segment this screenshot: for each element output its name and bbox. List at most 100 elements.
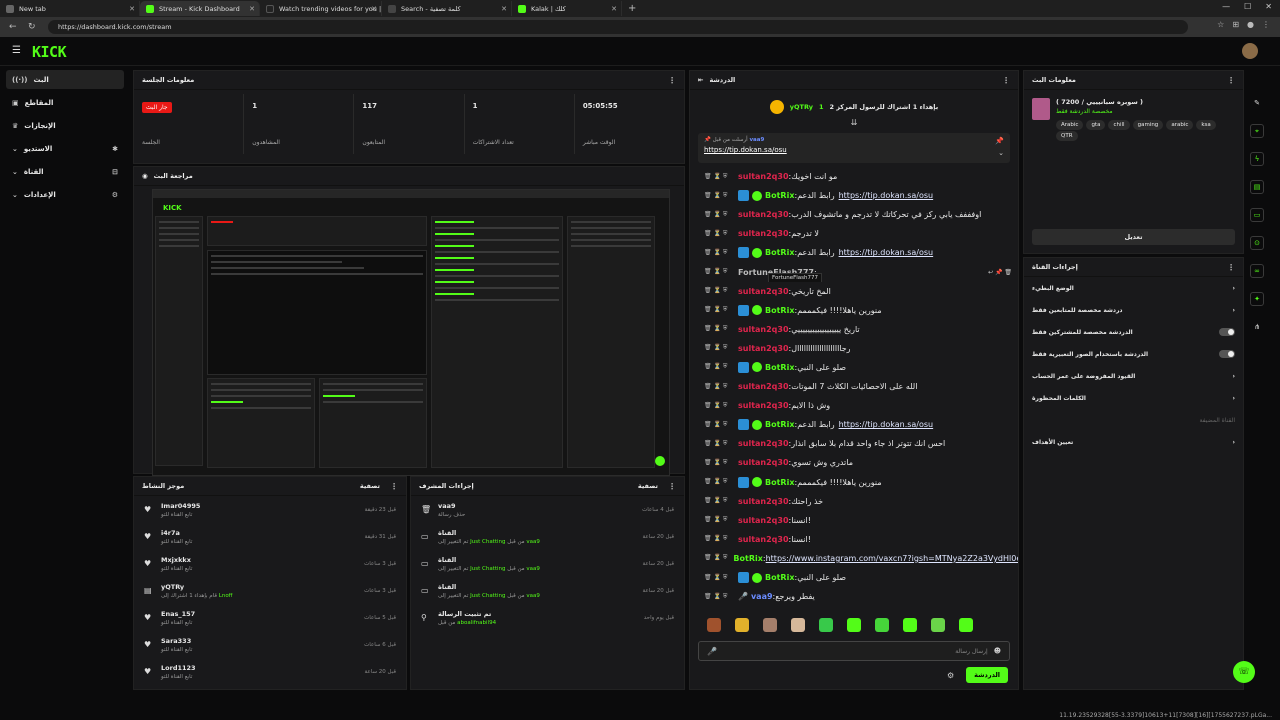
moderation-icons[interactable]: 🗑 ⏳ ⛨ [704,421,738,429]
user-avatar[interactable] [1242,43,1258,59]
unpin-icon[interactable]: 📌 [995,137,1004,145]
chat-username[interactable]: sultan2q30 [738,344,789,353]
more-options-icon[interactable]: ⋮ [668,482,676,491]
emote-icon[interactable] [763,618,777,632]
profile-icon[interactable]: ● [1247,20,1254,29]
setting-followers-only[interactable]: دردشة مخصصة للمتابعين فقط › [1024,299,1243,321]
chat-message[interactable]: 🗑 ⏳ ⛨ FortuneFlash777: FortuneFlash777 ↩ 📌… [690,262,1018,282]
tab-search[interactable]: Search - كلمة تصفية ✕ [382,1,512,16]
clipboard-icon[interactable]: ▤ [1250,180,1264,194]
sidebar-item-studio[interactable]: ⌄ الاستديو ✱ [6,139,124,158]
more-options-icon[interactable]: ⋮ [1227,76,1235,85]
chat-username[interactable]: sultan2q30 [738,497,789,506]
chat-username[interactable]: BotRix [733,554,762,563]
chat-icon[interactable]: ▭ [1250,208,1264,222]
chat-username[interactable]: sultan2q30 [738,439,789,448]
chat-message[interactable]: 🗑 ⏳ ⛨ BotRix: صلو على النبي [690,358,1018,377]
chat-username[interactable]: BotRix [765,363,794,372]
setting-slow-mode[interactable]: الوضع البطيء › [1024,277,1243,299]
moderation-icons[interactable]: 🗑 ⏳ ⛨ [704,173,738,181]
pinned-message[interactable]: 📌 أرسلت من قبل vaa9 https://tip.dokan.sa… [698,133,1010,163]
chat-username[interactable]: BotRix [765,191,794,200]
moderation-icons[interactable]: 🗑 ⏳ ⛨ [704,192,738,200]
moderation-icons[interactable]: 🗑 ⏳ ⛨ [704,363,738,371]
chat-link[interactable]: https://www.instagram.com/vaxcn7?igsh=MT… [766,554,1018,563]
chat-message[interactable]: 🗑 ⏳ ⛨ BotRix: رابط الدعم https://tip.dokan… [690,415,1018,434]
chat-message[interactable]: 🗑 ⏳ ⛨ BotRix: رابط الدعم https://tip.dokan… [690,186,1018,205]
moderation-icons[interactable]: 🗑 ⏳ ⛨ [704,306,738,314]
moderation-icons[interactable]: 🗑 ⏳ ⛨ [704,440,738,448]
lightning-icon[interactable]: ϟ [1250,152,1264,166]
chat-link[interactable]: https://tip.dokan.sa/osu [839,191,934,200]
chat-link[interactable]: https://tip.dokan.sa/osu [839,248,934,257]
minimize-icon[interactable]: — [1222,2,1230,11]
moderation-icons[interactable]: 🗑 ⏳ ⛨ [704,593,738,601]
support-chat-icon[interactable]: ☏ [1233,661,1255,683]
chat-message[interactable]: 🗑 ⏳ ⛨ 🎤 vaa9: يفطر ويرجع [690,587,1018,606]
stream-preview-video[interactable]: KICK [152,189,670,476]
moderation-icons[interactable]: 🗑 ⏳ ⛨ [704,344,738,352]
chat-username[interactable]: sultan2q30 [738,516,789,525]
more-options-icon[interactable]: ⋮ [1227,263,1235,272]
close-icon[interactable]: ✕ [611,5,617,13]
broadcast-icon[interactable]: ⊙ [1250,236,1264,250]
subscribers-only-toggle[interactable] [1219,328,1235,336]
more-options-icon[interactable]: ⋮ [1002,76,1010,85]
kick-logo[interactable]: KICK [32,43,67,61]
moderation-icons[interactable]: 🗑 ⏳ ⛨ [704,211,738,219]
wrench-icon[interactable]: ✦ [1250,292,1264,306]
chat-username[interactable]: sultan2q30 [738,210,789,219]
chat-username[interactable]: BotRix [765,420,794,429]
chat-message[interactable]: 🗑 ⏳ ⛨ sultan2q30: المخ تاريخي [690,282,1018,301]
moderation-icons[interactable]: 🗑 ⏳ ⛨ [704,497,738,505]
tab-kalak[interactable]: Kalak | كلك ✕ [512,1,622,16]
link-icon[interactable]: ∞ [1250,264,1264,278]
moderation-icons[interactable]: 🗑 ⏳ ⛨ [704,268,738,276]
chat-username[interactable]: BotRix [765,573,794,582]
emote-icon[interactable] [931,618,945,632]
moderation-icons[interactable]: 🗑 ⏳ ⛨ [704,459,738,467]
chevron-down-icon[interactable]: ⌄ [998,149,1004,157]
chat-username[interactable]: BotRix [765,306,794,315]
moderation-icons[interactable]: 🗑 ⏳ ⛨ [704,230,738,238]
more-options-icon[interactable]: ⋮ [668,76,676,85]
setting-goals[interactable]: تعيين الأهداف › [1024,431,1243,453]
chat-message[interactable]: 🗑 ⏳ ⛨ sultan2q30: انسنا! [690,511,1018,530]
chat-message[interactable]: 🗑 ⏳ ⛨ BotRix: منورين ياهلا!!!! فيكمممم [690,301,1018,320]
close-icon[interactable]: ✕ [129,5,135,13]
emote-icon[interactable] [791,618,805,632]
chat-username[interactable]: sultan2q30 [738,401,789,410]
new-tab-button[interactable]: + [628,3,636,14]
moderation-icons[interactable]: 🗑 ⏳ ⛨ [704,554,727,562]
emote-icon[interactable] [903,618,917,632]
moderation-icons[interactable]: 🗑 ⏳ ⛨ [704,383,738,391]
message-actions[interactable]: ↩ 📌 🗑 [988,269,1012,276]
chat-message[interactable]: 🗑 ⏳ ⛨ sultan2q30: رجاااااااااااااااااااال [690,339,1018,358]
chat-username[interactable]: sultan2q30 [738,325,789,334]
url-field[interactable]: https://dashboard.kick.com/stream [48,20,1188,34]
mod-actions-filter[interactable]: تصفية ⋮ [638,482,676,491]
chat-message[interactable]: 🗑 ⏳ ⛨ sultan2q30: الله على الاحصائيات الك… [690,377,1018,396]
chat-message[interactable]: 🗑 ⏳ ⛨ sultan2q30: مو انت اخويك [690,167,1018,186]
chat-username[interactable]: BotRix [765,248,794,257]
chat-username[interactable]: BotRix [765,478,794,487]
close-window-icon[interactable]: ✕ [1265,2,1272,11]
tab-trending-videos[interactable]: Watch trending videos for you | T ✕ [260,1,382,16]
emote-only-toggle[interactable] [1219,350,1235,358]
chat-message[interactable]: 🗑 ⏳ ⛨ sultan2q30: انسنا! [690,530,1018,549]
more-options-icon[interactable]: ⋮ [390,482,398,491]
tab-new-tab[interactable]: New tab ✕ [0,1,140,16]
setting-account-age[interactable]: القيود المفروضة على عمر الحساب › [1024,365,1243,387]
moderation-icons[interactable]: 🗑 ⏳ ⛨ [704,402,738,410]
chat-message[interactable]: 🗑 ⏳ ⛨ BotRix: https://www.instagram.com/v… [690,549,1018,568]
scroll-down-icon[interactable]: ⇊ [690,118,1018,127]
sidebar-item-channel[interactable]: ⌄ القناة ⊟ [6,162,124,181]
setting-subscribers-only[interactable]: الدردشة مخصصة للمشتركين فقط [1024,321,1243,343]
close-icon[interactable]: ✕ [249,5,255,13]
edit-stream-info-button[interactable]: تعديل [1032,229,1235,245]
chat-username[interactable]: sultan2q30 [738,287,789,296]
tab-kick-dashboard[interactable]: Stream - Kick Dashboard ✕ [140,1,260,16]
emoji-icon[interactable]: ☻ [994,647,1001,655]
chat-message[interactable]: 🗑 ⏳ ⛨ BotRix: منورين ياهلا!!!! فيكمممم [690,473,1018,492]
chat-message[interactable]: 🗑 ⏳ ⛨ sultan2q30: وش ذا الايم [690,396,1018,415]
